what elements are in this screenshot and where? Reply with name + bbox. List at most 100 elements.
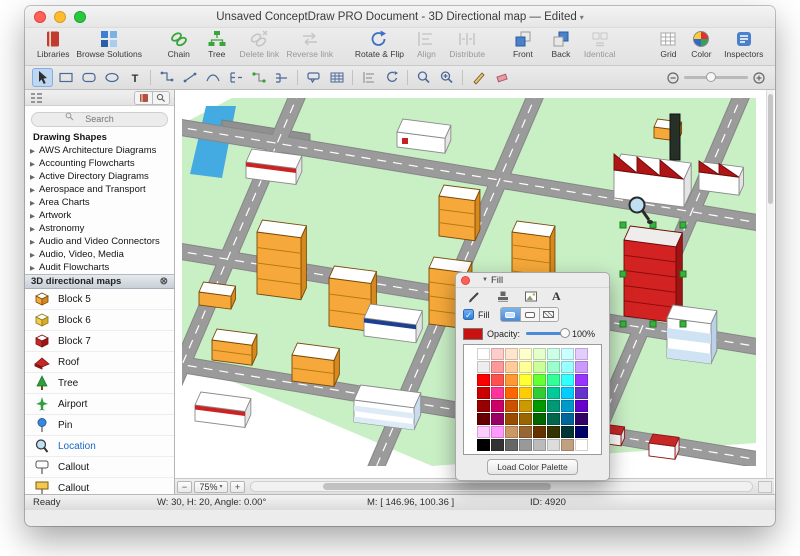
shape-item-tree[interactable]: Tree (25, 373, 174, 394)
inspectors-button[interactable]: Inspectors (725, 29, 762, 59)
eraser-tool[interactable] (491, 68, 512, 87)
palette-swatch[interactable] (533, 348, 546, 360)
library-item[interactable]: ▶Accounting Flowcharts (25, 157, 174, 170)
shape-item-roof[interactable]: Roof (25, 352, 174, 373)
front-button[interactable]: Front (509, 29, 537, 59)
tree-button[interactable]: Tree (203, 29, 231, 59)
zoom-level-dropdown[interactable]: 75%▾ (194, 481, 228, 493)
zoom-slider[interactable] (667, 72, 765, 84)
disclosure-icon[interactable]: ▶ (30, 251, 39, 259)
palette-swatch[interactable] (575, 439, 588, 451)
zoom-slider-track[interactable] (684, 76, 748, 79)
disclosure-icon[interactable]: ▶ (30, 186, 39, 194)
zoom-area-tool[interactable] (413, 68, 434, 87)
palette-swatch[interactable] (533, 439, 546, 451)
palette-swatch[interactable] (505, 426, 518, 438)
palette-swatch[interactable] (491, 374, 504, 386)
palette-swatch[interactable] (519, 361, 532, 373)
connector-elbow-tool[interactable] (156, 68, 177, 87)
palette-swatch[interactable] (561, 374, 574, 386)
rotate-shape-tool[interactable] (381, 68, 402, 87)
palette-swatch[interactable] (533, 426, 546, 438)
section-header-3d-directional-maps[interactable]: 3D directional maps ⊗ (25, 274, 174, 289)
palette-swatch[interactable] (533, 374, 546, 386)
palette-swatch[interactable] (491, 413, 504, 425)
back-button[interactable]: Back (547, 29, 575, 59)
palette-swatch[interactable] (547, 361, 560, 373)
connector-tree-tool[interactable] (225, 68, 246, 87)
palette-swatch[interactable] (491, 439, 504, 451)
library-item[interactable]: ▶Active Directory Diagrams (25, 170, 174, 183)
palette-swatch[interactable] (575, 387, 588, 399)
palette-swatch[interactable] (575, 348, 588, 360)
callout-tool[interactable] (303, 68, 324, 87)
palette-swatch[interactable] (547, 374, 560, 386)
library-item[interactable]: ▶Artwork (25, 209, 174, 222)
select-tool[interactable] (32, 68, 53, 87)
fill-pattern-option[interactable] (539, 308, 558, 321)
palette-swatch[interactable] (547, 400, 560, 412)
shape-item-block6[interactable]: Block 6 (25, 310, 174, 331)
palette-swatch[interactable] (561, 413, 574, 425)
palette-swatch[interactable] (477, 413, 490, 425)
disclosure-icon[interactable]: ▶ (30, 160, 39, 168)
palette-swatch[interactable] (519, 387, 532, 399)
title-chevron-icon[interactable]: ▾ (580, 13, 584, 22)
zoom-out-button[interactable]: − (177, 481, 192, 493)
vertical-scrollbar-thumb[interactable] (768, 94, 773, 204)
disclosure-icon[interactable]: ▶ (30, 225, 39, 233)
distribute-button[interactable]: Distribute (450, 29, 484, 59)
shape-item-location[interactable]: Location (25, 436, 174, 457)
disclosure-icon[interactable]: ▶ (30, 212, 39, 220)
palette-swatch[interactable] (505, 387, 518, 399)
palette-swatch[interactable] (505, 348, 518, 360)
palette-swatch[interactable] (561, 387, 574, 399)
palette-swatch[interactable] (561, 426, 574, 438)
fill-checkbox[interactable]: ✓ (463, 309, 474, 320)
fill-dialog[interactable]: ▼Fill A ✓ Fill (455, 272, 610, 481)
libraries-button[interactable]: Libraries (38, 29, 68, 59)
shape-item-callout-1[interactable]: Callout (25, 457, 174, 478)
palette-swatch[interactable] (533, 361, 546, 373)
zoom-slider-knob[interactable] (706, 72, 716, 82)
opacity-slider-knob[interactable] (560, 328, 570, 338)
palette-swatch[interactable] (477, 400, 490, 412)
palette-swatch[interactable] (561, 348, 574, 360)
palette-swatch[interactable] (505, 361, 518, 373)
section-close-icon[interactable]: ⊗ (160, 276, 168, 287)
palette-swatch[interactable] (505, 413, 518, 425)
disclosure-icon[interactable]: ▶ (30, 264, 39, 272)
palette-swatch[interactable] (477, 387, 490, 399)
shape-item-block7[interactable]: Block 7 (25, 331, 174, 352)
chain-button[interactable]: Chain (165, 29, 193, 59)
palette-swatch[interactable] (477, 361, 490, 373)
palette-swatch[interactable] (547, 413, 560, 425)
palette-swatch[interactable] (477, 426, 490, 438)
current-color-swatch[interactable] (463, 328, 483, 340)
library-item[interactable]: ▶Astronomy (25, 222, 174, 235)
palette-swatch[interactable] (575, 400, 588, 412)
fill-solid-option[interactable] (501, 308, 520, 321)
drawing-canvas[interactable]: ▼Fill A ✓ Fill (175, 90, 774, 494)
text-tab-icon[interactable]: A (552, 289, 561, 304)
library-item[interactable]: ▶Area Charts (25, 196, 174, 209)
disclosure-icon[interactable]: ▶ (30, 238, 39, 246)
pencil-tool[interactable] (468, 68, 489, 87)
connector-curve-tool[interactable] (202, 68, 223, 87)
table-tool[interactable] (326, 68, 347, 87)
connector-straight-tool[interactable] (179, 68, 200, 87)
shape-item-block5[interactable]: Block 5 (25, 289, 174, 310)
palette-swatch[interactable] (491, 387, 504, 399)
palette-swatch[interactable] (505, 439, 518, 451)
stamp-tab-icon[interactable] (496, 290, 510, 303)
palette-swatch[interactable] (519, 374, 532, 386)
browse-solutions-button[interactable]: Browse Solutions (78, 29, 139, 59)
palette-swatch[interactable] (533, 387, 546, 399)
shape-item-airport[interactable]: Airport (25, 394, 174, 415)
zoom-out-icon[interactable] (667, 72, 679, 84)
palette-swatch[interactable] (575, 361, 588, 373)
palette-swatch[interactable] (477, 374, 490, 386)
palette-swatch[interactable] (533, 400, 546, 412)
palette-swatch[interactable] (561, 361, 574, 373)
palette-swatch[interactable] (505, 374, 518, 386)
